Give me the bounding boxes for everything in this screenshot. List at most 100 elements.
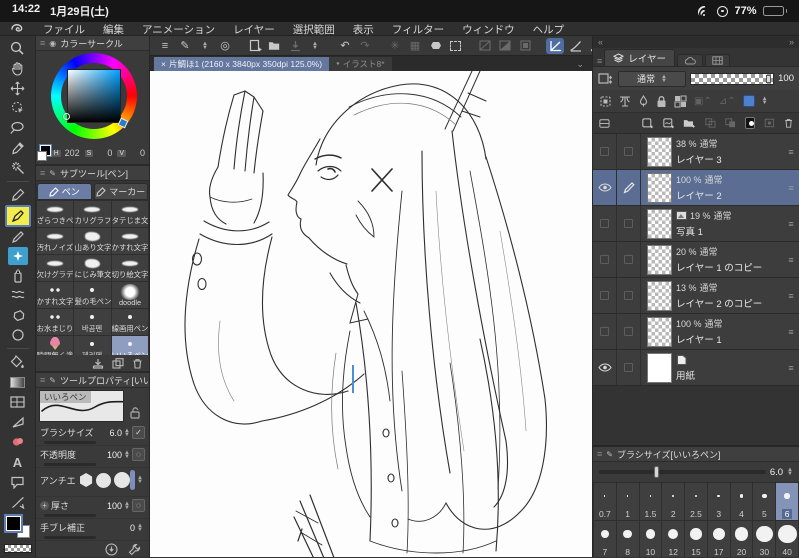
layer-row-menu-icon[interactable]: ≡ (783, 314, 799, 349)
brush-size-17[interactable]: 17 (707, 521, 730, 557)
edit-target-checkbox[interactable] (624, 363, 633, 372)
fg-bg-swatches[interactable] (36, 144, 52, 161)
split-view-icon[interactable] (599, 118, 610, 129)
brush-size-30[interactable]: 30 (753, 521, 776, 557)
brush-size-3[interactable]: 3 (707, 483, 730, 520)
marker-tool-selected-icon[interactable] (4, 205, 31, 227)
layer-thumbnail[interactable] (647, 173, 672, 203)
blend-mode-select[interactable]: 通常 ▲ ▼ (618, 70, 686, 87)
subtool-13[interactable]: 바곰펜 (74, 309, 111, 335)
layer-mask-icon[interactable] (744, 117, 755, 129)
layer-opacity-slider[interactable] (690, 72, 775, 85)
param-dynamics-toggle[interactable]: ◌ (132, 448, 145, 461)
duplicate-subtool-icon[interactable] (112, 357, 124, 369)
menu-item-7[interactable]: ウィンドウ (453, 24, 524, 36)
clip-to-layer-icon[interactable] (599, 95, 612, 108)
blend-tool-icon[interactable] (5, 285, 31, 305)
lasso-tool-icon[interactable] (5, 118, 31, 138)
panel-grip-icon[interactable]: ≡ (40, 375, 45, 385)
tab-layer-property[interactable] (676, 54, 703, 66)
reference-layer-icon[interactable] (619, 95, 631, 108)
brush-size-10[interactable]: 10 (639, 521, 662, 557)
save-icon[interactable] (286, 38, 304, 54)
eye-visible-icon[interactable] (597, 363, 612, 372)
palette-color-icon[interactable] (598, 72, 614, 86)
brush-size-0.7[interactable]: 0.7 (594, 483, 616, 520)
brush-size-7[interactable]: 7 (594, 521, 616, 557)
restore-defaults-icon[interactable] (105, 542, 118, 556)
correct-line-tool-icon[interactable] (5, 492, 31, 512)
eye-hidden-checkbox[interactable] (600, 291, 609, 300)
decoration-tool-icon[interactable] (7, 247, 28, 265)
brush-size-2.5[interactable]: 2.5 (685, 483, 707, 520)
eraser-tool-icon[interactable] (5, 305, 31, 325)
subtool-7[interactable]: にじみ筆文 (74, 255, 111, 281)
layer-row-menu-icon[interactable]: ≡ (783, 350, 799, 385)
zoom-tool-icon[interactable] (5, 38, 31, 58)
move-tool-icon[interactable] (5, 78, 31, 98)
gradient-tool-icon[interactable] (5, 372, 31, 392)
param-stepper[interactable]: ▲ ▼ (137, 523, 143, 533)
airbrush-tool-icon[interactable] (5, 265, 31, 285)
save-stepper-icon[interactable]: ▲ ▼ (306, 38, 324, 54)
subtool-8[interactable]: 切り絵文字 (111, 255, 148, 281)
layer-row-menu-icon[interactable]: ≡ (783, 170, 799, 205)
menu-item-4[interactable]: 選択範囲 (284, 24, 344, 36)
brush-size-20[interactable]: 20 (730, 521, 753, 557)
subtool-3[interactable]: 汚れノイズ (37, 228, 74, 254)
clear-icon[interactable] (426, 38, 444, 54)
subtool-17[interactable]: いいろペン (111, 336, 148, 355)
subtool-tab-1[interactable]: マーカー (93, 183, 148, 200)
subtool-5[interactable]: かすれ文字 (111, 228, 148, 254)
menu-item-6[interactable]: フィルター (383, 24, 453, 36)
paste-icon[interactable]: ▦ (406, 38, 424, 54)
new-file-icon[interactable] (246, 38, 264, 54)
param-dynamics-toggle[interactable]: ◌ (132, 499, 145, 512)
collapse-left-icon[interactable]: « (598, 37, 603, 47)
frame-border-tool-icon[interactable] (5, 392, 31, 412)
layer-color-chip[interactable] (742, 95, 755, 107)
clip-studio-home-icon[interactable]: ◎ (216, 38, 234, 54)
fade-disabled-icon[interactable] (496, 38, 514, 54)
layer-thumbnail[interactable] (647, 317, 672, 347)
object-tool-icon[interactable] (5, 98, 31, 118)
brush-size-2[interactable]: 2 (662, 483, 685, 520)
hand-tool-icon[interactable] (5, 58, 31, 78)
layer-row-menu-icon[interactable]: ≡ (783, 242, 799, 277)
undo-icon[interactable]: ↶ (336, 38, 354, 54)
eyedropper-tool-icon[interactable] (5, 138, 31, 158)
draft-layer-icon[interactable] (638, 94, 649, 108)
collapse-right-icon[interactable]: » (789, 37, 794, 47)
subtool-6[interactable]: 欠けグラデ (37, 255, 74, 281)
param-stepper[interactable]: ▲ ▼ (124, 501, 130, 511)
lock-layer-icon[interactable] (656, 95, 667, 108)
auto-select-tool-icon[interactable] (5, 158, 31, 178)
eye-hidden-checkbox[interactable] (600, 255, 609, 264)
menu-item-2[interactable]: アニメーション (133, 24, 224, 36)
fill-tool-icon[interactable] (5, 352, 31, 372)
subtool-14[interactable]: 線画用ペン (111, 309, 148, 335)
param-stepper[interactable]: ▲ ▼ (124, 450, 130, 460)
brush-size-1.5[interactable]: 1.5 (639, 483, 662, 520)
param-stepper[interactable]: ▲ ▼ (124, 428, 130, 438)
collapse-stepper-icon[interactable]: ▲ ▼ (196, 38, 214, 54)
brush-size-1[interactable]: 1 (616, 483, 639, 520)
aa-stepper[interactable]: ▲ ▼ (137, 475, 143, 485)
new-vector-layer-icon[interactable] (662, 117, 675, 130)
expand-param-icon[interactable]: + (40, 501, 49, 510)
delete-layer-icon[interactable] (784, 117, 793, 129)
layer-row-3[interactable]: 20 % 通常 レイヤー 1 のコピー ≡ (593, 242, 799, 278)
edit-target-checkbox[interactable] (624, 147, 633, 156)
subtool-9[interactable]: かすれ文字 (37, 282, 74, 308)
layer-row-menu-icon[interactable]: ≡ (783, 134, 799, 169)
menu-item-8[interactable]: ヘルプ (524, 24, 574, 36)
aa-middle-button[interactable] (114, 472, 131, 488)
subtool-2[interactable]: タテじま文 (111, 201, 148, 227)
panel-grip-icon[interactable]: ≡ (597, 56, 602, 66)
clip-studio-logo-icon[interactable] (10, 23, 26, 34)
transparent-color-chip[interactable] (3, 544, 32, 553)
snap-ruler-icon[interactable] (546, 37, 564, 54)
layer-thumbnail[interactable] (647, 353, 672, 383)
layer-thumbnail[interactable] (647, 137, 672, 167)
layer-thumbnail[interactable] (647, 245, 672, 275)
